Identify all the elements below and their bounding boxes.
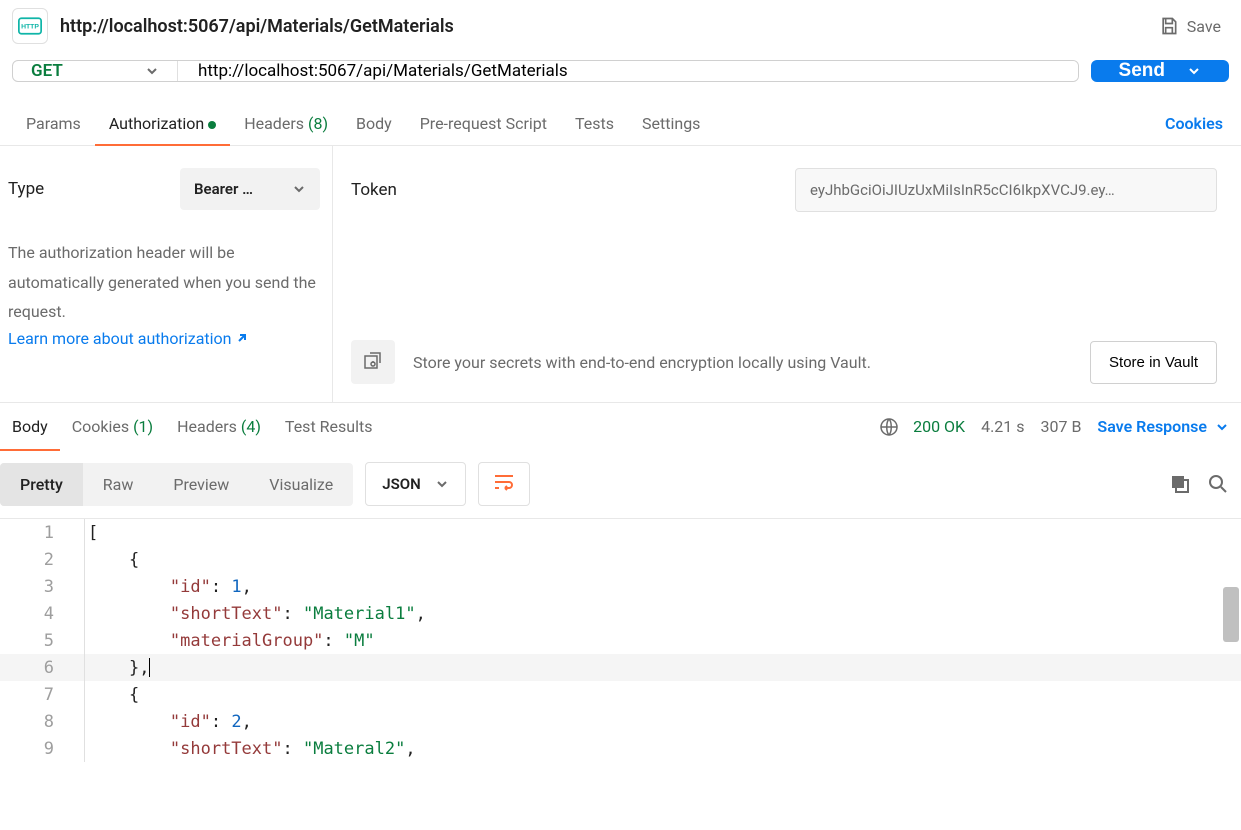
- code-line[interactable]: 5 "materialGroup": "M": [0, 627, 1241, 654]
- save-label: Save: [1187, 17, 1221, 36]
- method-selector[interactable]: GET: [13, 61, 178, 81]
- line-content: "id": 2,: [82, 712, 252, 732]
- resp-tab-test-results[interactable]: Test Results: [273, 403, 385, 450]
- search-icon[interactable]: [1207, 473, 1229, 495]
- save-response-button[interactable]: Save Response: [1097, 417, 1229, 436]
- line-number: 9: [0, 739, 82, 759]
- wrap-toggle-button[interactable]: [478, 462, 530, 506]
- token-input[interactable]: eyJhbGciOiJIUzUxMiIsInR5cCI6IkpXVCJ9.ey…: [795, 168, 1217, 212]
- format-value: JSON: [382, 475, 420, 493]
- line-number: 2: [0, 550, 82, 570]
- code-line[interactable]: 6 },: [0, 654, 1241, 681]
- line-number: 5: [0, 631, 82, 651]
- chevron-down-icon: [1215, 420, 1229, 434]
- line-number: 1: [0, 523, 82, 543]
- line-content: "materialGroup": "M": [82, 631, 375, 651]
- send-label: Send: [1119, 60, 1165, 82]
- line-content: "shortText": "Material1",: [82, 604, 426, 624]
- view-tab-pretty[interactable]: Pretty: [0, 463, 83, 506]
- save-button[interactable]: Save: [1151, 12, 1229, 40]
- external-link-icon: [235, 331, 249, 345]
- svg-text:HTTP: HTTP: [21, 24, 39, 31]
- chevron-down-icon: [1187, 64, 1201, 78]
- save-icon: [1159, 16, 1179, 36]
- token-label: Token: [351, 180, 771, 200]
- status-time: 4.21 s: [981, 417, 1024, 436]
- url-input[interactable]: [178, 61, 1078, 81]
- view-tab-preview[interactable]: Preview: [153, 463, 249, 506]
- wrap-icon: [493, 473, 515, 491]
- send-button[interactable]: Send: [1091, 60, 1229, 82]
- vault-icon: [351, 340, 395, 384]
- globe-icon[interactable]: [879, 417, 899, 437]
- line-content: "shortText": "Materal2",: [82, 739, 416, 759]
- code-line[interactable]: 9 "shortText": "Materal2",: [0, 735, 1241, 762]
- line-number: 4: [0, 604, 82, 624]
- auth-type-selector[interactable]: Bearer …: [180, 168, 320, 210]
- line-content: "id": 1,: [82, 577, 252, 597]
- store-in-vault-button[interactable]: Store in Vault: [1090, 341, 1217, 384]
- code-line[interactable]: 4 "shortText": "Material1",: [0, 600, 1241, 627]
- tab-params[interactable]: Params: [12, 102, 95, 145]
- tab-settings[interactable]: Settings: [628, 102, 714, 145]
- request-title: http://localhost:5067/api/Materials/GetM…: [60, 16, 454, 37]
- tab-authorization[interactable]: Authorization: [95, 102, 230, 145]
- tab-headers[interactable]: Headers (8): [230, 102, 342, 145]
- chevron-down-icon: [145, 64, 159, 78]
- line-number: 3: [0, 577, 82, 597]
- line-content: {: [82, 550, 139, 570]
- resp-tab-headers[interactable]: Headers (4): [165, 403, 273, 450]
- code-line[interactable]: 8 "id": 2,: [0, 708, 1241, 735]
- line-content: {: [82, 685, 139, 705]
- line-number: 6: [0, 658, 82, 678]
- line-content: },: [82, 658, 150, 678]
- code-line[interactable]: 3 "id": 1,: [0, 573, 1241, 600]
- tab-prerequest[interactable]: Pre-request Script: [406, 102, 561, 145]
- line-number: 8: [0, 712, 82, 732]
- resp-tab-body[interactable]: Body: [0, 403, 60, 450]
- auth-type-label: Type: [8, 179, 44, 199]
- status-size: 307 B: [1041, 417, 1082, 436]
- auth-type-value: Bearer …: [194, 180, 253, 198]
- tab-body[interactable]: Body: [342, 102, 406, 145]
- resp-tab-cookies[interactable]: Cookies (1): [60, 403, 165, 450]
- auth-active-dot-icon: [208, 121, 216, 129]
- learn-more-link[interactable]: Learn more about authorization: [8, 329, 249, 348]
- code-line[interactable]: 7 {: [0, 681, 1241, 708]
- chevron-down-icon: [435, 477, 449, 491]
- line-number: 7: [0, 685, 82, 705]
- code-line[interactable]: 1[: [0, 519, 1241, 546]
- format-selector[interactable]: JSON: [365, 462, 465, 506]
- method-value: GET: [31, 61, 63, 81]
- view-tab-raw[interactable]: Raw: [83, 463, 154, 506]
- response-code-area[interactable]: 1[2 {3 "id": 1,4 "shortText": "Material1…: [0, 518, 1241, 762]
- scrollbar-thumb[interactable]: [1223, 587, 1239, 642]
- cookies-link[interactable]: Cookies: [1159, 102, 1229, 145]
- http-badge-icon: HTTP: [12, 8, 48, 44]
- auth-description: The authorization header will be automat…: [8, 238, 320, 327]
- vault-description: Store your secrets with end-to-end encry…: [413, 353, 1072, 372]
- code-line[interactable]: 2 {: [0, 546, 1241, 573]
- view-tab-visualize[interactable]: Visualize: [249, 463, 353, 506]
- chevron-down-icon: [292, 182, 306, 196]
- status-code: 200 OK: [913, 417, 965, 436]
- copy-icon[interactable]: [1169, 473, 1191, 495]
- tab-tests[interactable]: Tests: [561, 102, 628, 145]
